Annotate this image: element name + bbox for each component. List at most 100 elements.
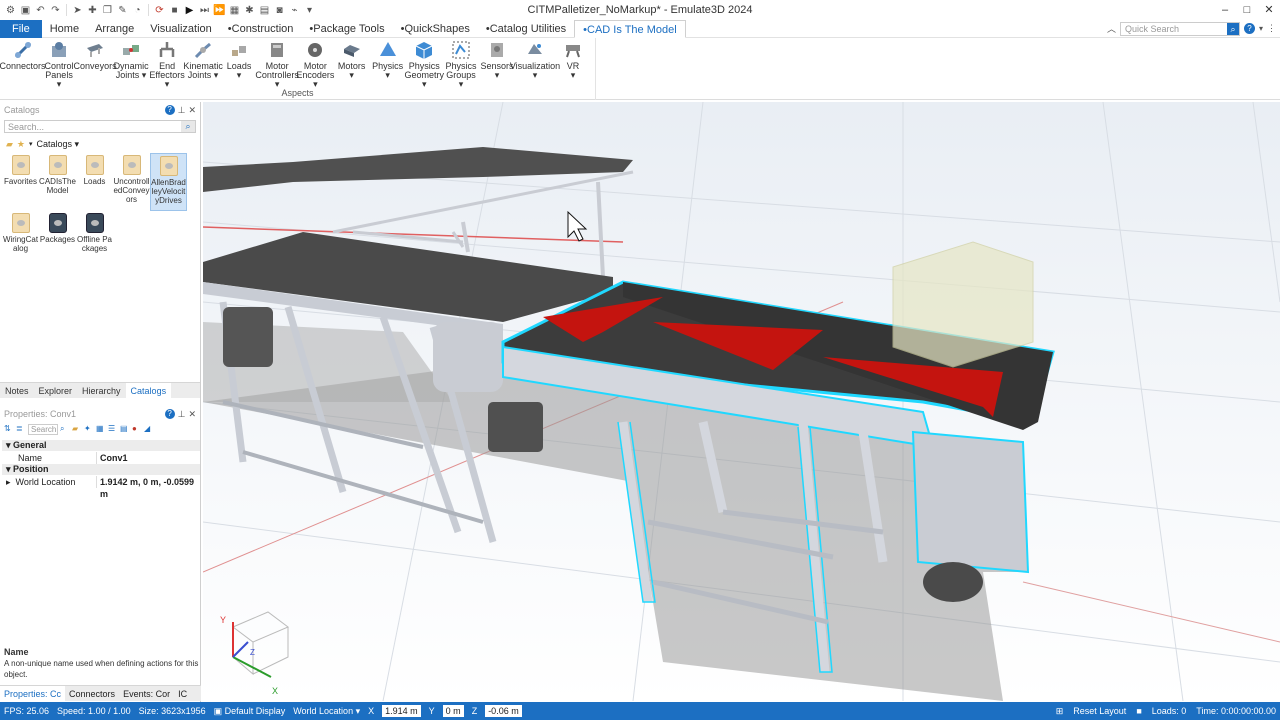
tab-notes[interactable]: Notes [0,383,34,398]
catalog-tile-offline-packages[interactable]: Offline Packages [76,211,113,269]
catalog-tile-wiring-catalog[interactable]: WiringCatalog [2,211,39,269]
grid-icon[interactable]: ▦ [96,424,106,434]
help-dropdown-icon[interactable]: ▾ [1259,24,1263,33]
search-icon[interactable]: ⌕ [181,121,195,132]
reset-layout-button[interactable]: Reset Layout [1073,706,1126,717]
help-icon[interactable]: ? [164,408,175,419]
y-coordinate-input[interactable]: 0 m [442,705,464,717]
x-coordinate-input[interactable]: 1.914 m [382,705,421,717]
chevron-down-icon[interactable]: ▾ [29,140,33,148]
tab-explorer[interactable]: Explorer [34,383,78,398]
maximize-button[interactable]: □ [1236,0,1258,20]
close-icon[interactable]: ✕ [188,409,196,420]
speed-readout[interactable]: Speed: 1.00 / 1.00 [57,706,131,716]
motor-left[interactable] [223,307,273,367]
move-icon[interactable]: ✚ [86,4,99,17]
tab-cad-is-the-model[interactable]: •CAD Is The Model [574,19,686,38]
ghost-load[interactable] [892,241,1034,368]
collapse-ribbon-icon[interactable]: ︿ [1107,22,1116,35]
catalog-tile-favorites[interactable]: Favorites [2,153,39,211]
list-icon[interactable]: ☰ [108,424,118,434]
camera-icon[interactable]: ◙ [273,4,286,17]
tab-file[interactable]: File [0,19,42,38]
property-value[interactable]: 1.9142 m, 0 m, -0.0599 m [96,476,200,499]
fast-forward-icon[interactable]: ⏩ [213,4,226,17]
close-button[interactable]: ✕ [1258,0,1280,20]
property-row-name[interactable]: Name Conv1 [2,452,200,464]
display-selector[interactable]: ▣ Default Display [214,706,286,717]
properties-search-input[interactable]: Search [28,423,58,435]
pin-icon[interactable]: ⊥ [178,105,186,116]
motor-middle[interactable] [488,402,543,452]
search-icon[interactable]: ⌕ [1226,22,1239,35]
catalogs-header: Catalogs ? ⊥ ✕ [0,102,200,118]
sort-icon[interactable]: ⇅ [4,424,14,434]
section-position[interactable]: ▾ Position [2,464,200,475]
quick-search-input[interactable]: Quick Search ⌕ [1119,21,1240,36]
play-icon[interactable]: ▶ [183,4,196,17]
tab-connectors[interactable]: Connectors [65,686,119,701]
settings-icon[interactable]: ✱ [243,4,256,17]
copy-icon[interactable]: ❐ [101,4,114,17]
search-icon[interactable]: ⌕ [60,424,70,434]
section-general[interactable]: ▾ General [2,440,200,451]
tab-arrange[interactable]: Arrange [87,20,142,38]
wand-icon[interactable]: ✎ [116,4,129,17]
star-icon[interactable]: ★ [17,139,25,150]
tab-ic[interactable]: IC [174,686,191,701]
help-icon[interactable]: ? [1243,23,1255,34]
step-icon[interactable]: ⏭ [198,4,211,17]
panel-tabs: Notes Explorer Hierarchy Catalogs [0,382,200,398]
folder-icon[interactable]: ▰ [6,139,13,150]
save-icon[interactable]: ▣ [19,4,32,17]
stop-icon[interactable]: ■ [168,4,181,17]
page-icon[interactable]: ▤ [120,424,130,434]
tab-quickshapes[interactable]: •QuickShapes [393,20,478,38]
breadcrumb[interactable]: Catalogs ▾ [37,139,80,150]
tab-catalogs[interactable]: Catalogs [125,383,172,398]
property-value[interactable]: Conv1 [96,452,200,464]
location-mode-selector[interactable]: World Location ▾ [293,706,360,717]
link-icon[interactable]: ⌁ [288,4,301,17]
dropdown-icon[interactable]: ▾ [303,4,316,17]
expand-icon[interactable]: ◢ [144,424,154,434]
tape-icon[interactable]: ◔ [131,4,144,17]
help-icon[interactable]: ? [164,104,175,115]
reset-icon[interactable]: ⟳ [153,4,166,17]
z-coordinate-input[interactable]: -0.06 m [485,705,522,717]
close-icon[interactable]: ✕ [188,105,196,116]
layout-icon[interactable]: ⊞ [1056,706,1064,717]
property-row-world-location[interactable]: ▸ World Location 1.9142 m, 0 m, -0.0599 … [2,476,200,499]
catalog-tile-loads[interactable]: Loads [76,153,113,211]
catalog-tile-cadisthemodel[interactable]: CADIsTheModel [39,153,76,211]
tab-visualization[interactable]: Visualization [142,20,220,38]
tool-icon[interactable]: ✦ [84,424,94,434]
minimize-button[interactable]: – [1214,0,1236,20]
redo-icon[interactable]: ↷ [49,4,62,17]
box-icon[interactable]: ▦ [228,4,241,17]
tab-construction[interactable]: •Construction [220,20,302,38]
tab-events[interactable]: Events: Cor [119,686,174,701]
select-pointer-icon[interactable]: ➤ [71,4,84,17]
tab-properties[interactable]: Properties: Cc [0,686,66,701]
catalog-search-input[interactable]: Search... ⌕ [4,120,196,133]
tab-hierarchy[interactable]: Hierarchy [77,383,126,398]
categorize-icon[interactable]: ≣ [16,424,26,434]
drive-housing-middle[interactable] [433,322,503,392]
motor-front[interactable] [923,562,983,602]
tab-home[interactable]: Home [42,20,87,38]
catalog-tile-uncontrolled-conveyors[interactable]: UncontrolledConveyors [113,153,150,211]
pin-icon[interactable]: ⊥ [178,409,186,420]
undo-icon[interactable]: ↶ [34,4,47,17]
3d-viewport[interactable]: Y X Z [203,102,1280,701]
options-icon[interactable]: ⋮ [1267,23,1276,34]
folder-icon[interactable]: ▰ [72,424,82,434]
tab-package-tools[interactable]: •Package Tools [301,20,392,38]
catalog-tile-packages[interactable]: Packages [39,211,76,269]
app-gear-icon[interactable]: ⚙ [4,4,17,17]
record-icon[interactable]: ● [132,424,142,434]
drive-housing-front[interactable] [911,430,1030,574]
chart-icon[interactable]: ▤ [258,4,271,17]
catalog-tile-allen-bradley-velocity-drives[interactable]: AllenBradleyVelocityDrives [150,153,187,211]
tab-catalog-utilities[interactable]: •Catalog Utilities [478,20,574,38]
